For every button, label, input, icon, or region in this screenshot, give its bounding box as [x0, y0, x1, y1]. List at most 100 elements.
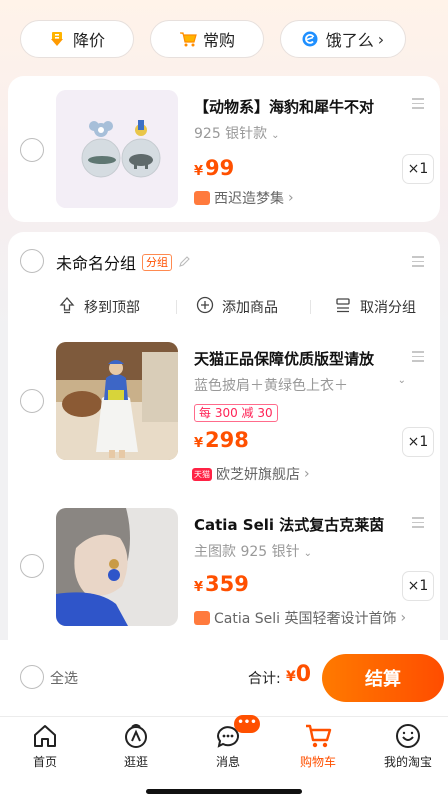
shop-icon: [194, 191, 210, 205]
product-image[interactable]: [56, 342, 178, 460]
divider: [176, 300, 177, 314]
chip-label: 饿了么: [325, 31, 374, 50]
quantity-stepper[interactable]: ×1: [402, 571, 434, 601]
chip-price-drop[interactable]: 降价: [20, 20, 134, 58]
price-value: 99: [205, 156, 235, 180]
tab-label: 我的淘宝: [383, 755, 432, 769]
select-all-label[interactable]: 全选: [50, 668, 78, 688]
move-top-icon: [58, 296, 76, 318]
tab-label: 购物车: [299, 755, 336, 769]
chevron-down-icon: ⌄: [303, 548, 313, 559]
product-title[interactable]: Catia Seli 法式复古克莱茵: [194, 514, 404, 535]
add-circle-icon: [196, 296, 214, 318]
divider: [310, 300, 311, 314]
total-value: 0: [295, 662, 312, 687]
promo-badge: 每 300 减 30: [194, 404, 278, 422]
shop-name: Catia Seli 英国轻奢设计首饰: [214, 611, 397, 627]
product-price: ¥359: [194, 572, 249, 596]
browse-icon: [125, 724, 147, 748]
tab-browse[interactable]: 逛逛: [96, 723, 176, 770]
tab-label: 逛逛: [123, 755, 148, 769]
total-amount: ¥0: [286, 662, 311, 687]
tab-cart[interactable]: 购物车: [278, 723, 358, 770]
chevron-down-icon: ⌄: [397, 375, 406, 386]
add-product-label: 添加商品: [222, 300, 278, 316]
smile-icon: [396, 724, 420, 748]
item-checkbox[interactable]: [20, 138, 44, 162]
product-title[interactable]: 天猫正品保障优质版型请放: [194, 348, 404, 369]
group-name: 未命名分组: [56, 254, 137, 273]
item-checkbox[interactable]: [20, 554, 44, 578]
group-menu-icon[interactable]: [412, 256, 424, 267]
sku-label: 925 银针款: [194, 126, 268, 142]
tab-home[interactable]: 首页: [5, 723, 85, 770]
chip-eleme[interactable]: 饿了么 ›: [280, 20, 406, 58]
chevron-down-icon: ⌄: [271, 130, 280, 141]
price-value: 359: [205, 572, 249, 596]
group-tag: 分组: [142, 253, 173, 271]
currency-symbol: ¥: [194, 164, 204, 179]
shop-link[interactable]: 天猫 欧芝妍旗舰店 ›: [192, 464, 310, 484]
shop-link[interactable]: Catia Seli 英国轻奢设计首饰 ›: [194, 608, 432, 628]
cart-icon: [179, 31, 197, 47]
sku-label: 蓝色披肩＋黄绿色上衣＋: [194, 378, 348, 394]
ungroup-icon: [334, 296, 352, 318]
group-card: 未命名分组 分组 移到顶部 添加商品 取消分组 天猫正品保障优质版型请放 蓝色披…: [8, 232, 440, 640]
tab-my-taobao[interactable]: 我的淘宝: [368, 723, 448, 770]
more-menu-icon[interactable]: [412, 98, 424, 109]
tab-label: 首页: [32, 755, 57, 769]
product-title[interactable]: 【动物系】海豹和犀牛不对: [194, 96, 416, 117]
cart-item-card: 【动物系】海豹和犀牛不对 925 银针款 ⌄ ¥99 ×1 西迟造梦集 ›: [8, 76, 440, 222]
chevron-right-icon: ›: [288, 190, 294, 206]
sku-label: 主图款 925 银针: [194, 544, 300, 560]
tab-label: 消息: [215, 755, 240, 769]
chevron-right-icon: ›: [377, 29, 385, 49]
chip-label: 降价: [72, 31, 105, 50]
group-checkbox[interactable]: [20, 249, 44, 273]
edit-icon[interactable]: [178, 253, 191, 272]
product-image[interactable]: [56, 90, 178, 208]
more-menu-icon[interactable]: [412, 517, 424, 528]
product-price: ¥99: [194, 156, 234, 180]
home-indicator: [146, 789, 302, 794]
filter-chips: 降价 常购 饿了么 ›: [20, 20, 406, 58]
cart-icon: [306, 724, 332, 748]
sku-selector[interactable]: 主图款 925 银针 ⌄: [194, 541, 312, 561]
quantity-stepper[interactable]: ×1: [402, 154, 434, 184]
shop-name: 西迟造梦集: [214, 191, 284, 207]
add-product-button[interactable]: 添加商品: [196, 296, 278, 318]
notification-badge: •••: [234, 715, 260, 733]
shop-link[interactable]: 西迟造梦集 ›: [194, 188, 294, 208]
chip-label: 常购: [202, 31, 235, 50]
ungroup-label: 取消分组: [360, 300, 416, 316]
checkout-bar: 全选 合计: ¥0 结算: [0, 640, 448, 716]
tab-messages[interactable]: 消息 •••: [188, 715, 268, 770]
select-all-checkbox[interactable]: [20, 665, 44, 689]
more-menu-icon[interactable]: [412, 351, 424, 362]
quantity-stepper[interactable]: ×1: [402, 427, 434, 457]
price-down-icon: [49, 31, 65, 47]
tmall-badge: 天猫: [192, 467, 212, 481]
sku-selector[interactable]: 蓝色披肩＋黄绿色上衣＋ ⌄: [194, 375, 406, 395]
chevron-right-icon: ›: [304, 466, 310, 482]
move-to-top-button[interactable]: 移到顶部: [58, 296, 140, 318]
move-to-top-label: 移到顶部: [84, 300, 140, 316]
chip-frequent[interactable]: 常购: [150, 20, 264, 58]
home-icon: [34, 725, 56, 747]
item-checkbox[interactable]: [20, 389, 44, 413]
currency-symbol: ¥: [194, 580, 204, 595]
product-price: ¥298: [194, 428, 249, 452]
chevron-right-icon: ›: [400, 610, 407, 626]
eleme-icon: [302, 31, 318, 47]
shop-name: 欧芝妍旗舰店: [216, 467, 300, 483]
sku-selector[interactable]: 925 银针款 ⌄: [194, 123, 280, 143]
currency-symbol: ¥: [194, 436, 204, 451]
checkout-button[interactable]: 结算: [322, 654, 444, 702]
price-value: 298: [205, 428, 249, 452]
total-label: 合计:: [248, 671, 281, 687]
group-header: 未命名分组 分组: [56, 250, 191, 274]
product-image[interactable]: [56, 508, 178, 626]
ungroup-button[interactable]: 取消分组: [334, 296, 416, 318]
currency-symbol: ¥: [286, 669, 296, 685]
shop-icon: [194, 611, 210, 625]
